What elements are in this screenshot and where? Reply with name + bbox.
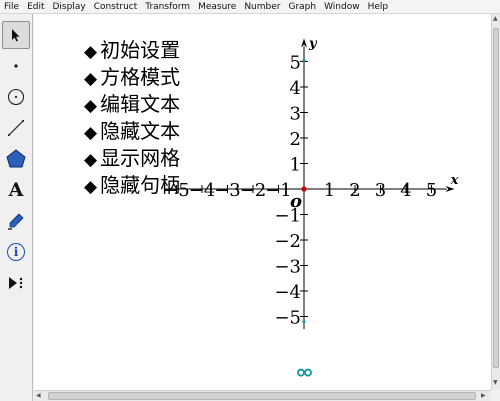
- scroll-right-arrow-icon[interactable]: ▶: [481, 393, 486, 399]
- y-tick-label: −4: [274, 282, 301, 303]
- menu-graph[interactable]: Graph: [288, 2, 316, 12]
- menu-transform[interactable]: Transform: [145, 2, 190, 12]
- scroll-up-arrow-icon[interactable]: ▲: [493, 16, 498, 22]
- menu-list-item[interactable]: ◆ 方格模式: [84, 65, 180, 92]
- menu-list-label: 编辑文本: [100, 92, 181, 116]
- marker-tool-button[interactable]: [2, 207, 30, 235]
- arrow-tool-button[interactable]: [2, 21, 30, 49]
- toolbox: A i: [0, 14, 33, 401]
- straightedge-tool-button[interactable]: [2, 114, 30, 142]
- menu-list-label: 隐藏句柄: [100, 173, 181, 197]
- text-tool-button[interactable]: A: [2, 176, 30, 204]
- x-tick-label: −4: [189, 180, 216, 201]
- arrow-tool-icon: [12, 29, 20, 42]
- vertical-scroll-thumb[interactable]: [493, 28, 499, 368]
- scale-handle-icon: [297, 368, 305, 377]
- menu-list-label: 初始设置: [100, 38, 181, 62]
- y-tick-label: 1: [290, 155, 301, 176]
- menu-list-label: 显示网格: [100, 146, 181, 170]
- y-tick-label: −5: [274, 308, 301, 329]
- point-tool-button[interactable]: [2, 52, 30, 80]
- x-tick-label: −2: [240, 180, 267, 201]
- menu-bar: File Edit Display Construct Transform Measure…: [0, 0, 500, 14]
- x-tick-label: 4: [400, 180, 411, 201]
- x-tick-label: −3: [214, 180, 241, 201]
- menu-edit[interactable]: Edit: [27, 2, 44, 12]
- menu-list-item[interactable]: ◆ 编辑文本: [84, 92, 180, 119]
- menu-number[interactable]: Number: [244, 2, 280, 12]
- x-tick-label: 1: [324, 180, 335, 201]
- compass-tool-icon: [7, 88, 25, 106]
- custom-tool-icon: [9, 277, 23, 289]
- y-tick-label: 3: [290, 104, 301, 125]
- diamond-bullet-icon: ◆: [84, 42, 98, 62]
- menu-list-item[interactable]: ◆ 隐藏文本: [84, 119, 180, 146]
- custom-tool-button[interactable]: [2, 269, 30, 297]
- origin-point: [301, 186, 307, 192]
- x-axis-label: x: [450, 173, 459, 188]
- polygon-tool-icon: [6, 149, 26, 168]
- menu-file[interactable]: File: [4, 2, 19, 12]
- menu-list-item[interactable]: ◆ 隐藏句柄: [84, 173, 180, 200]
- diamond-bullet-icon: ◆: [84, 123, 98, 143]
- menu-list-label: 方格模式: [100, 65, 181, 89]
- point-tool-icon: [14, 64, 18, 68]
- diamond-bullet-icon: ◆: [84, 150, 98, 170]
- polygon-tool-button[interactable]: [2, 145, 30, 173]
- menu-display[interactable]: Display: [53, 2, 86, 12]
- axis-endpoint-point: [302, 58, 306, 62]
- menu-construct[interactable]: Construct: [94, 2, 138, 12]
- horizontal-scrollbar[interactable]: ◀ ▶: [34, 390, 491, 401]
- horizontal-scroll-thumb[interactable]: [48, 392, 476, 400]
- information-tool-icon: i: [7, 243, 25, 261]
- menu-list: ◆ 初始设置 ◆ 方格模式 ◆ 编辑文本 ◆ 隐藏文本 ◆ 显示网格 ◆ 隐藏句柄: [84, 38, 180, 200]
- diamond-bullet-icon: ◆: [84, 96, 98, 116]
- compass-tool-button[interactable]: [2, 83, 30, 111]
- x-tick-label: 3: [375, 180, 386, 201]
- y-tick-label: −3: [274, 257, 301, 278]
- y-tick-label: 5: [290, 53, 301, 74]
- y-axis-label: y: [308, 36, 318, 51]
- x-tick-label: 2: [349, 180, 360, 201]
- x-tick-label: −1: [265, 180, 292, 201]
- sketch-canvas[interactable]: −5 −4 −3 −2 −1 1 2 3 4 5 5 4 3 2 1 −1 −2 −3 −4 −5 x y o ◆ 初始设置 ◆…: [34, 14, 491, 390]
- menu-list-item[interactable]: ◆ 显示网格: [84, 146, 180, 173]
- menu-list-label: 隐藏文本: [100, 119, 181, 143]
- y-tick-label: −2: [274, 231, 301, 252]
- menu-window[interactable]: Window: [324, 2, 360, 12]
- y-tick-label: 4: [290, 78, 301, 99]
- menu-measure[interactable]: Measure: [198, 2, 236, 12]
- marker-tool-icon: [8, 213, 24, 230]
- straightedge-tool-icon: [7, 119, 25, 137]
- information-tool-button[interactable]: i: [2, 238, 30, 266]
- vertical-scrollbar[interactable]: ▲ ▼: [491, 14, 500, 390]
- axis-endpoint-point: [302, 320, 306, 324]
- x-tick-label: 5: [426, 180, 437, 201]
- text-tool-icon: A: [8, 179, 24, 201]
- menu-list-item[interactable]: ◆ 初始设置: [84, 38, 180, 65]
- menu-help[interactable]: Help: [368, 2, 389, 12]
- diamond-bullet-icon: ◆: [84, 177, 98, 197]
- origin-label: o: [290, 191, 302, 212]
- scroll-down-arrow-icon[interactable]: ▼: [493, 380, 498, 386]
- scale-handle-icon: [304, 368, 312, 377]
- diamond-bullet-icon: ◆: [84, 69, 98, 89]
- scroll-left-arrow-icon[interactable]: ◀: [36, 393, 41, 399]
- y-tick-label: 2: [290, 129, 301, 150]
